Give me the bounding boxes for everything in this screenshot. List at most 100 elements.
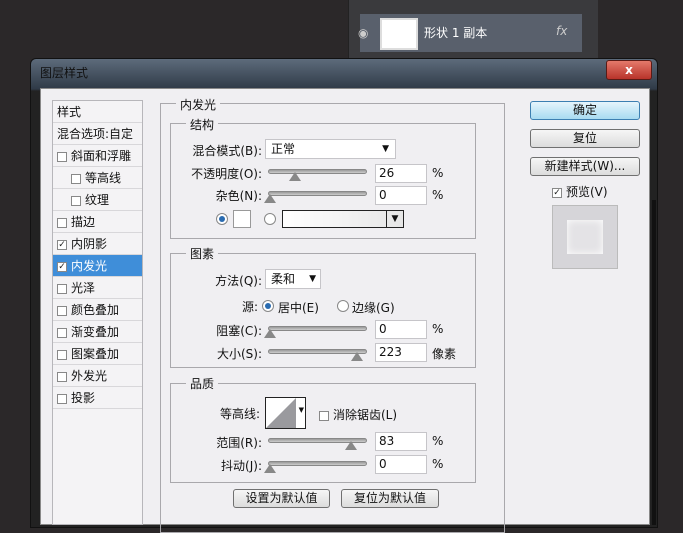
style-preview (552, 205, 618, 269)
choke-slider[interactable] (264, 326, 367, 338)
style-item-label: 纹理 (85, 193, 110, 207)
style-list: 样式 混合选项:自定 斜面和浮雕等高线纹理描边 ✓ 内阴影 ✓ 内发光光泽颜色叠加渐变叠… (52, 100, 143, 525)
size-slider[interactable] (268, 349, 367, 361)
checkbox[interactable] (71, 195, 81, 206)
layer-thumbnail (380, 18, 418, 50)
style-item-label: 渐变叠加 (71, 325, 120, 339)
new-style-button[interactable]: 新建样式(W)... (530, 157, 640, 176)
range-slider[interactable] (268, 438, 367, 450)
jitter-input[interactable]: 0 (375, 455, 427, 474)
style-item[interactable]: 图案叠加 (53, 343, 142, 365)
gradient-picker[interactable]: ▼ (282, 210, 404, 228)
method-value: 柔和 (271, 272, 296, 286)
style-item-label: 颜色叠加 (71, 303, 120, 317)
choke-label: 阻塞(C): (216, 324, 262, 338)
method-select[interactable]: 柔和 ▼ (265, 269, 321, 289)
percent-label: % (432, 188, 444, 202)
checkbox[interactable]: ✓ (57, 239, 67, 250)
layer-name: 形状 1 副本 (424, 26, 488, 40)
quality-title: 品质 (186, 375, 219, 392)
ok-button[interactable]: 确定 (530, 101, 640, 120)
percent-label: % (432, 322, 444, 336)
opacity-slider[interactable] (268, 169, 367, 181)
preview-label: 预览(V) (566, 185, 608, 199)
style-item[interactable]: 颜色叠加 (53, 299, 142, 321)
method-label: 方法(Q): (215, 274, 262, 288)
chevron-down-icon[interactable]: ▼ (386, 211, 403, 227)
choke-input[interactable]: 0 (375, 320, 427, 339)
source-label: 源: (241, 300, 258, 314)
percent-label: % (432, 166, 444, 180)
blend-mode-value: 正常 (271, 142, 296, 156)
jitter-slider[interactable] (264, 461, 367, 473)
source-edge-radio[interactable] (337, 300, 349, 312)
styles-header[interactable]: 样式 (53, 101, 142, 123)
style-item[interactable]: ✓ 内阴影 (53, 233, 142, 255)
source-center-radio[interactable] (262, 300, 274, 312)
source-edge-label: 边缘(G) (352, 301, 395, 315)
color-radio[interactable] (216, 213, 228, 225)
style-item-label: 斜面和浮雕 (71, 149, 132, 163)
style-item[interactable]: 等高线 (53, 167, 142, 189)
checkbox[interactable] (57, 217, 67, 228)
gradient-radio[interactable] (264, 213, 276, 225)
checkbox[interactable] (319, 410, 329, 421)
close-button[interactable]: x (606, 60, 652, 80)
contour-label: 等高线: (219, 407, 260, 421)
style-item-label: 投影 (71, 391, 96, 405)
opacity-input[interactable]: 26 (375, 164, 427, 183)
style-item[interactable]: 纹理 (53, 189, 142, 211)
chevron-down-icon: ▼ (309, 274, 316, 284)
elements-title: 图素 (186, 245, 219, 262)
blend-options-item[interactable]: 混合选项:自定 (53, 123, 142, 145)
reset-button[interactable]: 复位 (530, 129, 640, 148)
checkbox-checked-icon[interactable]: ✓ (552, 187, 562, 198)
style-item-label: 内阴影 (71, 237, 108, 251)
checkbox[interactable] (57, 283, 67, 294)
range-input[interactable]: 83 (375, 432, 427, 451)
style-item[interactable]: 描边 (53, 211, 142, 233)
chevron-down-icon: ▼ (298, 406, 304, 414)
style-item[interactable]: ✓ 内发光 (53, 255, 142, 277)
range-label: 范围(R): (216, 436, 262, 450)
antialias-checkbox[interactable]: 消除锯齿(L) (319, 406, 397, 423)
checkbox[interactable] (57, 349, 67, 360)
section-title: 内发光 (176, 96, 221, 113)
noise-slider[interactable] (264, 191, 367, 203)
dialog-title: 图层样式 (40, 66, 89, 80)
eye-icon[interactable]: ◉ (358, 26, 368, 40)
opacity-label: 不透明度(O): (191, 167, 262, 181)
blend-mode-select[interactable]: 正常 ▼ (265, 139, 396, 159)
style-item-label: 等高线 (85, 171, 122, 185)
style-item[interactable]: 渐变叠加 (53, 321, 142, 343)
contour-picker[interactable]: ▼ (265, 397, 306, 429)
size-label: 大小(S): (216, 347, 262, 361)
structure-title: 结构 (186, 116, 219, 133)
chevron-down-icon: ▼ (382, 144, 389, 154)
style-item[interactable]: 光泽 (53, 277, 142, 299)
style-item-label: 外发光 (71, 369, 108, 383)
checkbox[interactable]: ✓ (57, 261, 67, 272)
style-item[interactable]: 投影 (53, 387, 142, 409)
noise-input[interactable]: 0 (375, 186, 427, 205)
blend-mode-label: 混合模式(B): (192, 144, 262, 158)
jitter-label: 抖动(J): (221, 459, 262, 473)
reset-default-button[interactable]: 复位为默认值 (341, 489, 439, 508)
color-swatch[interactable] (233, 210, 251, 228)
size-input[interactable]: 223 (375, 343, 427, 362)
style-item-label: 内发光 (71, 259, 108, 273)
percent-label: % (432, 457, 444, 471)
style-item[interactable]: 外发光 (53, 365, 142, 387)
dialog-edge (652, 200, 656, 525)
checkbox[interactable] (57, 393, 67, 404)
make-default-button[interactable]: 设置为默认值 (233, 489, 330, 508)
contour-preview-icon (266, 398, 296, 428)
preview-checkbox[interactable]: ✓ 预览(V) (552, 183, 608, 200)
style-item-label: 光泽 (71, 281, 96, 295)
checkbox[interactable] (57, 327, 67, 338)
checkbox[interactable] (57, 151, 67, 162)
checkbox[interactable] (71, 173, 81, 184)
checkbox[interactable] (57, 371, 67, 382)
style-item[interactable]: 斜面和浮雕 (53, 145, 142, 167)
checkbox[interactable] (57, 305, 67, 316)
